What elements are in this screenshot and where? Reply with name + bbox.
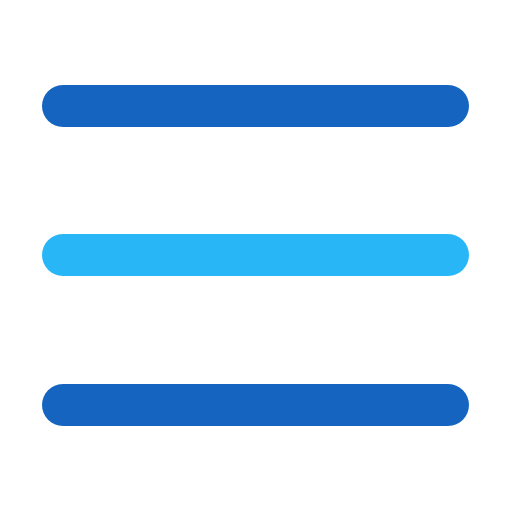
icon-canvas	[0, 0, 512, 512]
hamburger-menu-icon[interactable]	[0, 0, 512, 512]
menu-bar-bottom	[42, 384, 469, 426]
menu-bar-middle	[42, 234, 469, 276]
menu-bar-top	[42, 85, 469, 127]
